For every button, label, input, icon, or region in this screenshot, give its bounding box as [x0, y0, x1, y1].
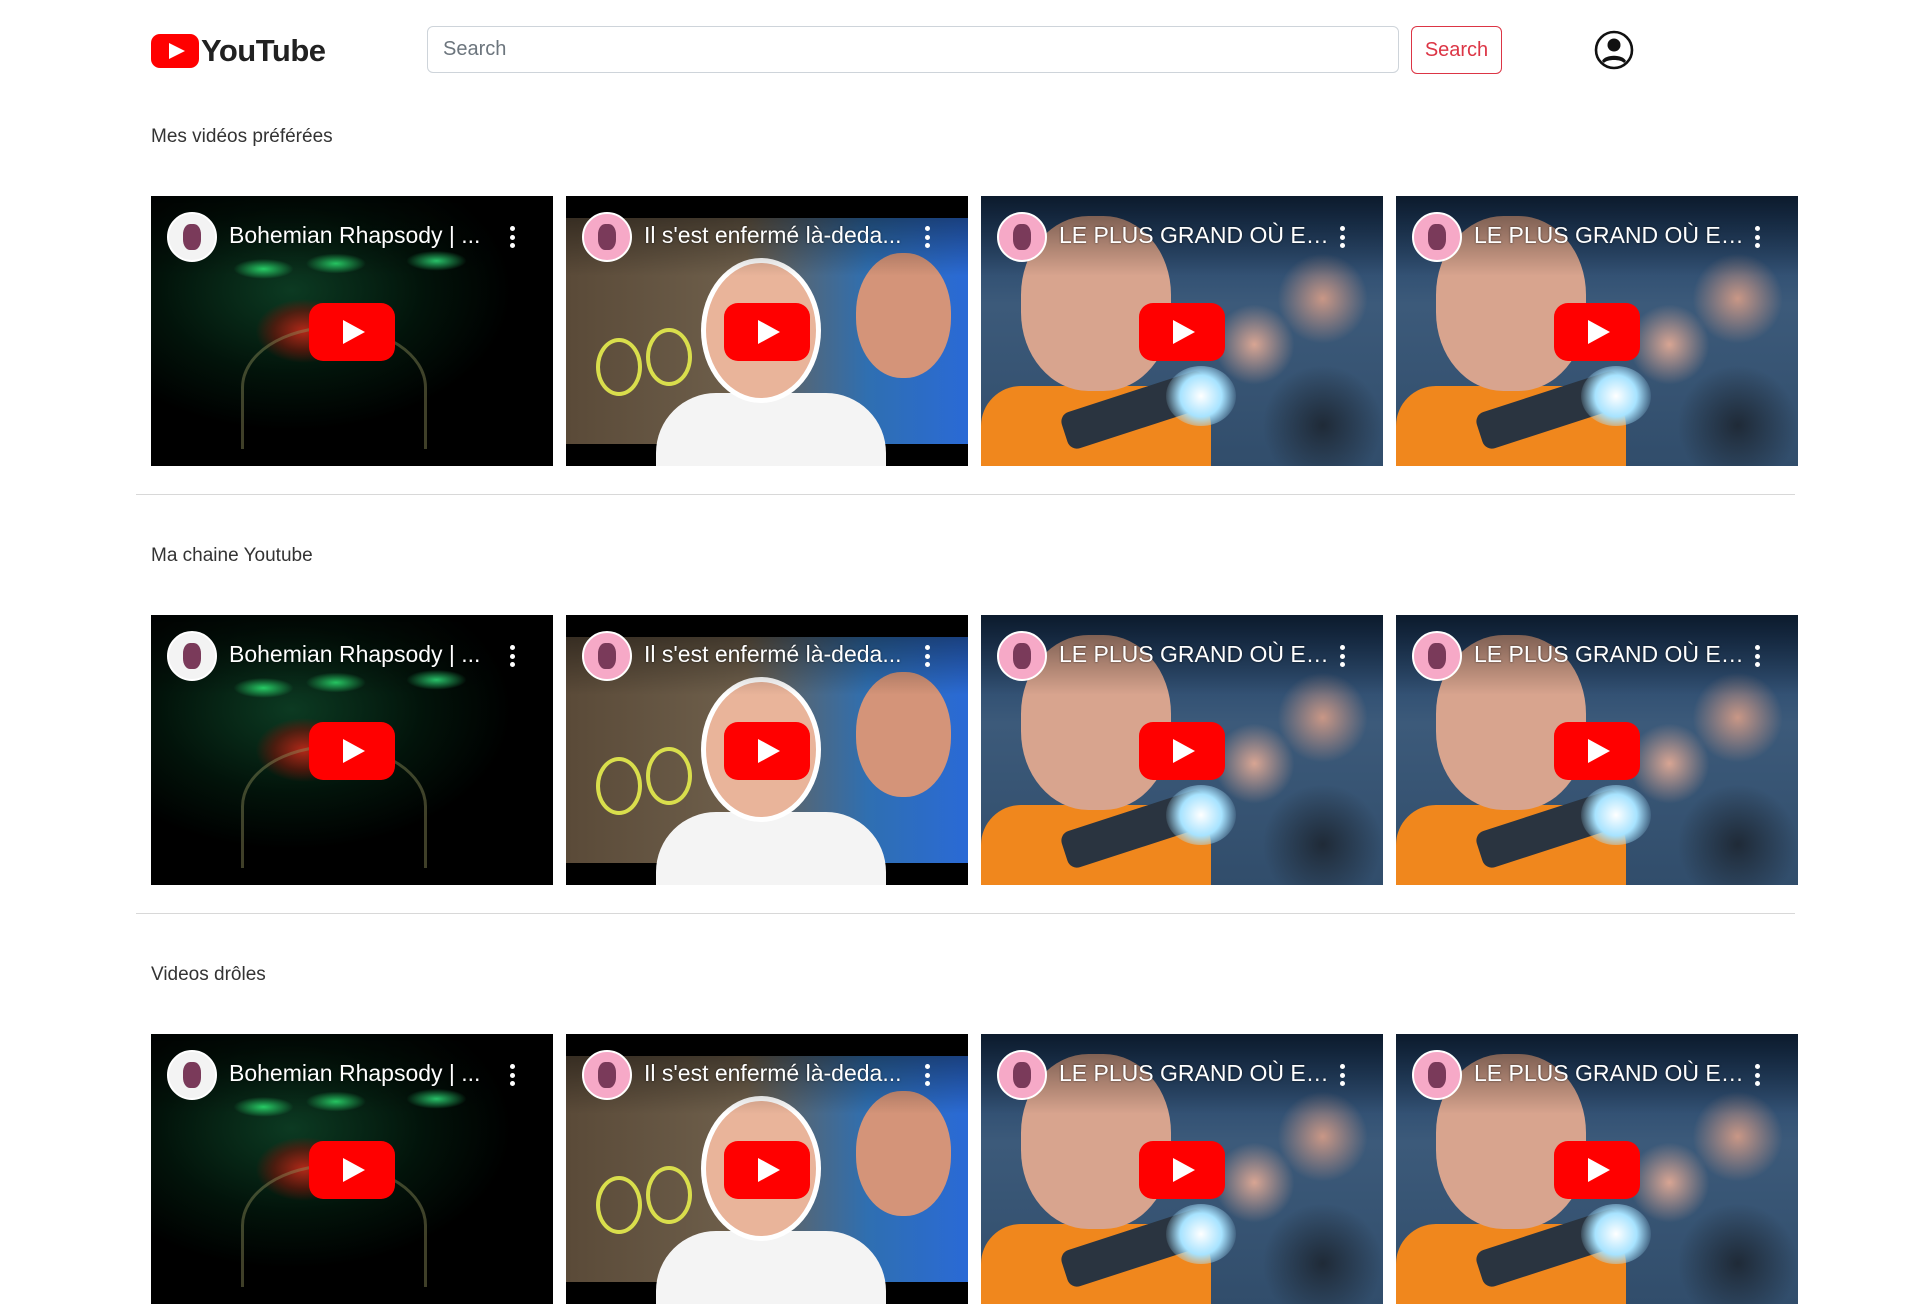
- video-title[interactable]: LE PLUS GRAND OÙ ES...: [1474, 222, 1744, 249]
- kebab-menu-icon[interactable]: [924, 645, 930, 669]
- video-card[interactable]: Il s'est enfermé là-deda...: [566, 196, 968, 466]
- video-row: Bohemian Rhapsody | ... Il s'est enfermé…: [151, 196, 1798, 466]
- play-icon[interactable]: [724, 303, 810, 361]
- video-title[interactable]: LE PLUS GRAND OÙ ES...: [1474, 641, 1744, 668]
- channel-avatar[interactable]: [1412, 212, 1462, 262]
- kebab-menu-icon[interactable]: [509, 645, 515, 669]
- youtube-logo-icon: [151, 34, 199, 68]
- kebab-menu-icon[interactable]: [924, 1064, 930, 1088]
- video-card[interactable]: LE PLUS GRAND OÙ ES...: [1396, 615, 1798, 885]
- play-icon[interactable]: [1139, 303, 1225, 361]
- section-divider: [136, 913, 1795, 914]
- video-title[interactable]: LE PLUS GRAND OÙ ES...: [1059, 222, 1329, 249]
- channel-avatar[interactable]: [582, 212, 632, 262]
- play-icon[interactable]: [1554, 303, 1640, 361]
- play-icon[interactable]: [1139, 722, 1225, 780]
- brand-name: YouTube: [201, 33, 326, 68]
- channel-avatar[interactable]: [582, 631, 632, 681]
- kebab-menu-icon[interactable]: [1754, 1064, 1760, 1088]
- video-card[interactable]: Bohemian Rhapsody | ...: [151, 615, 553, 885]
- video-card[interactable]: LE PLUS GRAND OÙ ES...: [981, 615, 1383, 885]
- channel-avatar[interactable]: [997, 631, 1047, 681]
- page: YouTube Search Mes vidéos préférées Bohe…: [0, 0, 1920, 1305]
- play-icon[interactable]: [309, 722, 395, 780]
- section-title: Ma chaine Youtube: [151, 545, 313, 566]
- channel-avatar[interactable]: [997, 212, 1047, 262]
- play-icon[interactable]: [724, 722, 810, 780]
- channel-avatar[interactable]: [997, 1050, 1047, 1100]
- video-title[interactable]: LE PLUS GRAND OÙ ES...: [1474, 1060, 1744, 1087]
- play-icon[interactable]: [1554, 722, 1640, 780]
- video-card[interactable]: Il s'est enfermé là-deda...: [566, 1034, 968, 1304]
- video-title[interactable]: Bohemian Rhapsody | ...: [229, 641, 499, 668]
- play-icon[interactable]: [1139, 1141, 1225, 1199]
- video-title[interactable]: LE PLUS GRAND OÙ ES...: [1059, 1060, 1329, 1087]
- video-card[interactable]: LE PLUS GRAND OÙ ES...: [981, 196, 1383, 466]
- video-title[interactable]: Bohemian Rhapsody | ...: [229, 222, 499, 249]
- channel-avatar[interactable]: [582, 1050, 632, 1100]
- play-icon[interactable]: [1554, 1141, 1640, 1199]
- section-title: Videos drôles: [151, 964, 266, 985]
- channel-avatar[interactable]: [1412, 631, 1462, 681]
- channel-avatar[interactable]: [167, 631, 217, 681]
- user-circle-icon[interactable]: [1594, 30, 1634, 70]
- kebab-menu-icon[interactable]: [1339, 1064, 1345, 1088]
- video-card[interactable]: LE PLUS GRAND OÙ ES...: [981, 1034, 1383, 1304]
- section-divider: [136, 494, 1795, 495]
- video-title[interactable]: Il s'est enfermé là-deda...: [644, 222, 914, 249]
- kebab-menu-icon[interactable]: [509, 1064, 515, 1088]
- video-card[interactable]: Bohemian Rhapsody | ...: [151, 1034, 553, 1304]
- kebab-menu-icon[interactable]: [924, 226, 930, 250]
- kebab-menu-icon[interactable]: [1339, 645, 1345, 669]
- channel-avatar[interactable]: [167, 212, 217, 262]
- navbar: YouTube Search: [0, 0, 1920, 100]
- video-card[interactable]: Il s'est enfermé là-deda...: [566, 615, 968, 885]
- section-title: Mes vidéos préférées: [151, 126, 333, 147]
- video-row: Bohemian Rhapsody | ... Il s'est enfermé…: [151, 1034, 1798, 1304]
- channel-avatar[interactable]: [167, 1050, 217, 1100]
- channel-avatar[interactable]: [1412, 1050, 1462, 1100]
- video-card[interactable]: LE PLUS GRAND OÙ ES...: [1396, 1034, 1798, 1304]
- brand-link[interactable]: YouTube: [151, 32, 326, 70]
- video-title[interactable]: Il s'est enfermé là-deda...: [644, 1060, 914, 1087]
- video-title[interactable]: LE PLUS GRAND OÙ ES...: [1059, 641, 1329, 668]
- play-icon[interactable]: [309, 303, 395, 361]
- video-card[interactable]: Bohemian Rhapsody | ...: [151, 196, 553, 466]
- kebab-menu-icon[interactable]: [1754, 645, 1760, 669]
- play-icon[interactable]: [724, 1141, 810, 1199]
- kebab-menu-icon[interactable]: [1339, 226, 1345, 250]
- kebab-menu-icon[interactable]: [509, 226, 515, 250]
- search-button[interactable]: Search: [1411, 26, 1502, 74]
- play-icon[interactable]: [309, 1141, 395, 1199]
- search-input[interactable]: [427, 26, 1399, 73]
- kebab-menu-icon[interactable]: [1754, 226, 1760, 250]
- video-title[interactable]: Il s'est enfermé là-deda...: [644, 641, 914, 668]
- video-row: Bohemian Rhapsody | ... Il s'est enfermé…: [151, 615, 1798, 885]
- video-card[interactable]: LE PLUS GRAND OÙ ES...: [1396, 196, 1798, 466]
- video-title[interactable]: Bohemian Rhapsody | ...: [229, 1060, 499, 1087]
